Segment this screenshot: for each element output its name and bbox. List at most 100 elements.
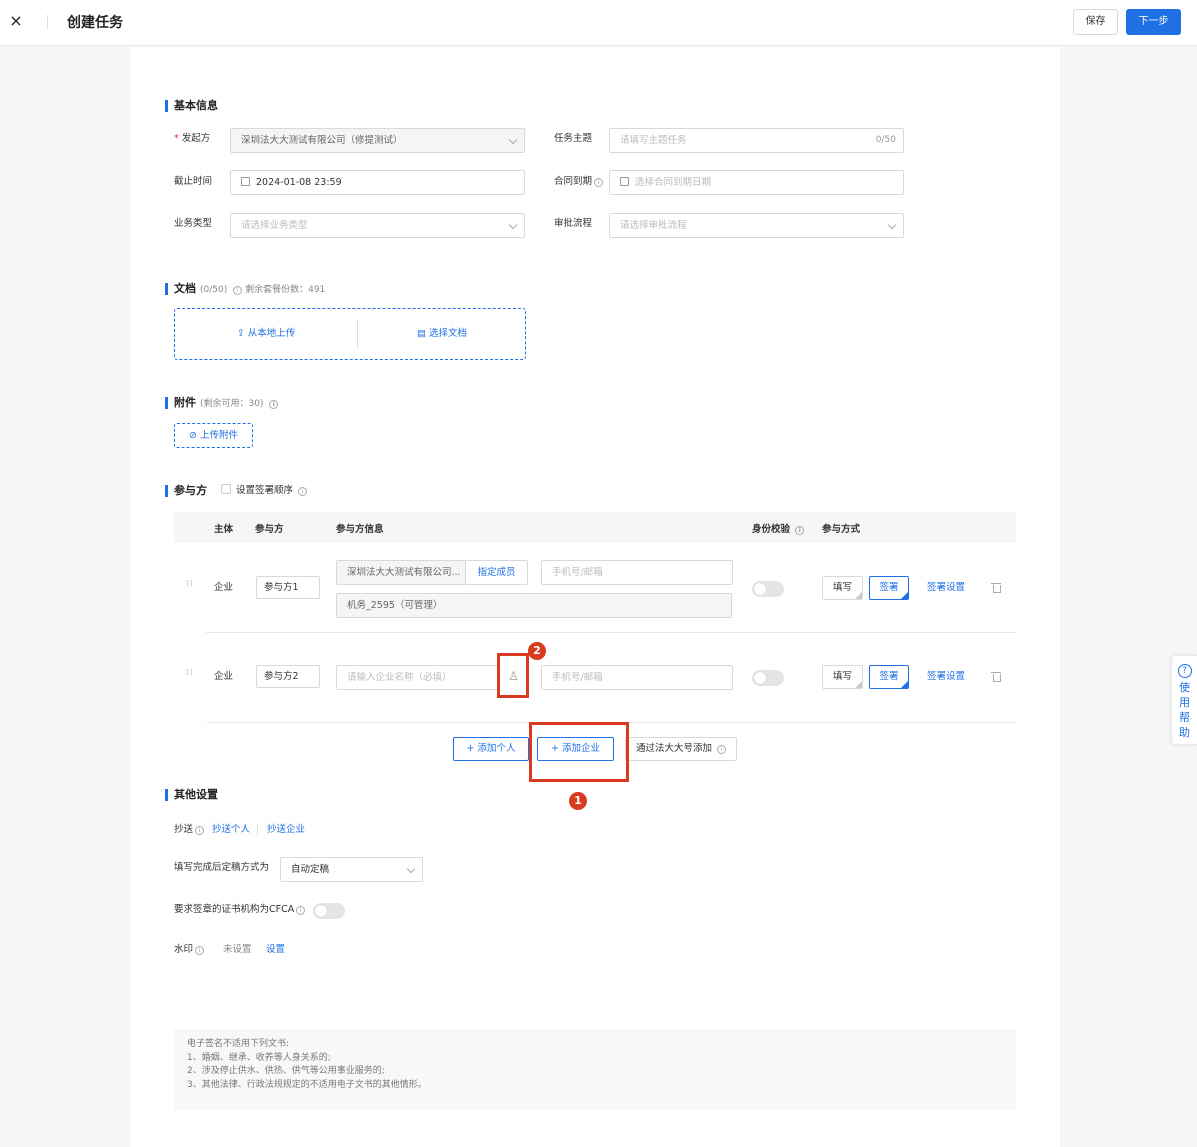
cc-person-link[interactable]: 抄送个人 [212, 823, 250, 837]
cc-label: 抄送 i [174, 823, 205, 837]
row1-party-name-input[interactable]: 参与方1 [256, 576, 320, 599]
add-person-button[interactable]: + 添加个人 [453, 737, 529, 761]
corner-mark [855, 681, 862, 688]
chevron-down-icon [508, 220, 518, 230]
upload-local-button[interactable]: ⇪ 从本地上传 [175, 309, 357, 359]
row1-sign-button[interactable]: 签署 [869, 576, 909, 600]
approval-label: 审批流程 [554, 218, 593, 229]
char-counter: 0/50 [875, 135, 896, 145]
info-icon: i [233, 286, 243, 295]
initiator-select[interactable]: 深圳法大大测试有限公司（修提测试） [230, 128, 525, 153]
watermark-status: 未设置 [223, 944, 252, 955]
cc-company-link[interactable]: 抄送企业 [267, 823, 305, 837]
notice-line: 2、涉及停止供水、供热、供气等公用事业服务的; [187, 1066, 385, 1076]
chevron-down-icon [887, 220, 897, 230]
attach-remain: (剩余可用：30) [200, 399, 264, 409]
divider [47, 15, 48, 29]
help-widget[interactable]: ? 使用帮助 [1171, 655, 1197, 745]
save-button[interactable]: 保存 [1073, 9, 1118, 35]
row1-member-field: 机务_2595（可管理） [336, 593, 732, 618]
highlight-box-add-contact [497, 653, 529, 698]
deadline-label: 截止时间 [174, 176, 213, 187]
parties-table-header: 主体 参与方 参与方信息 身份校验 i 参与方式 [174, 512, 1016, 543]
row2-subject: 企业 [214, 671, 234, 682]
finalize-label: 填写完成后定稿方式为 [174, 862, 270, 873]
section-other-settings: 其他设置 [165, 788, 218, 802]
drag-handle-icon[interactable]: ⁞⁞ [186, 580, 193, 594]
row1-subject: 企业 [214, 582, 234, 593]
expire-picker[interactable]: 选择合同到期日期 [609, 170, 904, 195]
cfca-label: 要求签章的证书机构为CFCA i [174, 903, 306, 917]
main-form: 基本信息 * 发起方 深圳法大大测试有限公司（修提测试） 任务主题 请填写主题任务… [130, 47, 1060, 1147]
chevron-down-icon [406, 864, 416, 874]
th-verify: 身份校验 i [752, 521, 805, 535]
badge-2: 2 [528, 642, 546, 660]
checkbox[interactable] [221, 484, 231, 494]
upload-attachment-button[interactable]: ⊘ 上传附件 [174, 423, 253, 448]
section-parties: 参与方 [165, 484, 207, 498]
row2-company-input[interactable]: 请输入企业名称（必填） [336, 665, 499, 690]
row2-party-name-input[interactable]: 参与方2 [256, 665, 320, 688]
drag-handle-icon[interactable]: ⁞⁞ [186, 669, 193, 683]
section-documents: 文档 (0/50) i 剩余套餐份数：491 [165, 282, 325, 297]
add-by-account-button[interactable]: 通过法大大号添加 i [625, 737, 737, 761]
biztype-select[interactable]: 请选择业务类型 [230, 213, 525, 238]
initiator-label: * 发起方 [174, 133, 211, 144]
assign-member-button[interactable]: 指定成员 [465, 560, 528, 585]
row1-sign-settings-link[interactable]: 签署设置 [927, 581, 965, 595]
biztype-label: 业务类型 [174, 218, 213, 229]
calendar-icon [241, 177, 250, 186]
corner-mark [901, 681, 908, 688]
row1-delete-icon[interactable] [991, 582, 1001, 593]
question-icon: ? [1177, 664, 1192, 678]
doc-count: (0/50) [200, 285, 228, 295]
paperclip-icon: ⊘ [188, 430, 197, 441]
cfca-toggle[interactable] [313, 903, 345, 919]
info-icon: i [195, 946, 205, 955]
info-icon: i [298, 487, 308, 496]
row2-fill-button[interactable]: 填写 [822, 665, 863, 689]
row1-company-input[interactable]: 深圳法大大测试有限公司... [336, 560, 466, 585]
row2-sign-settings-link[interactable]: 签署设置 [927, 670, 965, 684]
upload-icon: ⇪ [236, 328, 245, 339]
next-step-button[interactable]: 下一步 [1126, 9, 1181, 35]
notice-line: 3、其他法律、行政法规规定的不适用电子文书的其他情形。 [187, 1079, 427, 1090]
subject-input[interactable]: 请填写主题任务 0/50 [609, 128, 904, 153]
page-title: 创建任务 [67, 15, 123, 31]
th-mode: 参与方式 [822, 524, 861, 535]
deadline-picker[interactable]: 2024-01-08 23:59 [230, 170, 525, 195]
row2-sign-button[interactable]: 签署 [869, 665, 909, 689]
esign-notice: 电子签名不适用下列文书: 1、婚姻、继承、收养等人身关系的; 2、涉及停止供水、… [174, 1029, 1016, 1110]
subject-label: 任务主题 [554, 133, 593, 144]
corner-mark [901, 592, 908, 599]
row2-verify-toggle[interactable] [752, 670, 784, 686]
calendar-icon [620, 177, 629, 186]
row1-verify-toggle[interactable] [752, 581, 784, 597]
chevron-down-icon [508, 135, 518, 145]
approval-select[interactable]: 请选择审批流程 [609, 213, 904, 238]
close-icon[interactable]: × [9, 11, 23, 31]
required-mark: * [174, 133, 179, 144]
row1-fill-button[interactable]: 填写 [822, 576, 863, 600]
info-icon: i [269, 400, 279, 409]
info-icon: i [296, 906, 306, 915]
info-icon: i [795, 526, 805, 535]
sign-order-checkbox[interactable]: 设置签署顺序 i [221, 484, 308, 498]
notice-line: 电子签名不适用下列文书: [187, 1039, 290, 1049]
info-icon: i [717, 745, 727, 754]
row1-phone-input[interactable]: 手机号/邮箱 [541, 560, 733, 585]
doc-quota: i 剩余套餐份数：491 [231, 285, 325, 295]
info-icon: i [594, 178, 604, 187]
th-info: 参与方信息 [336, 524, 384, 535]
row2-phone-input[interactable]: 手机号/邮箱 [541, 665, 733, 690]
highlight-box-add-company [529, 722, 629, 782]
choose-document-button[interactable]: ▤ 选择文档 [358, 309, 526, 359]
watermark-label: 水印 i [174, 943, 205, 957]
divider [206, 632, 1016, 633]
help-label: 使用帮助 [1179, 681, 1190, 739]
watermark-set-link[interactable]: 设置 [266, 943, 285, 957]
finalize-select[interactable]: 自动定稿 [280, 857, 423, 882]
corner-mark [855, 592, 862, 599]
row2-delete-icon[interactable] [991, 671, 1001, 682]
th-subject: 主体 [214, 524, 234, 535]
